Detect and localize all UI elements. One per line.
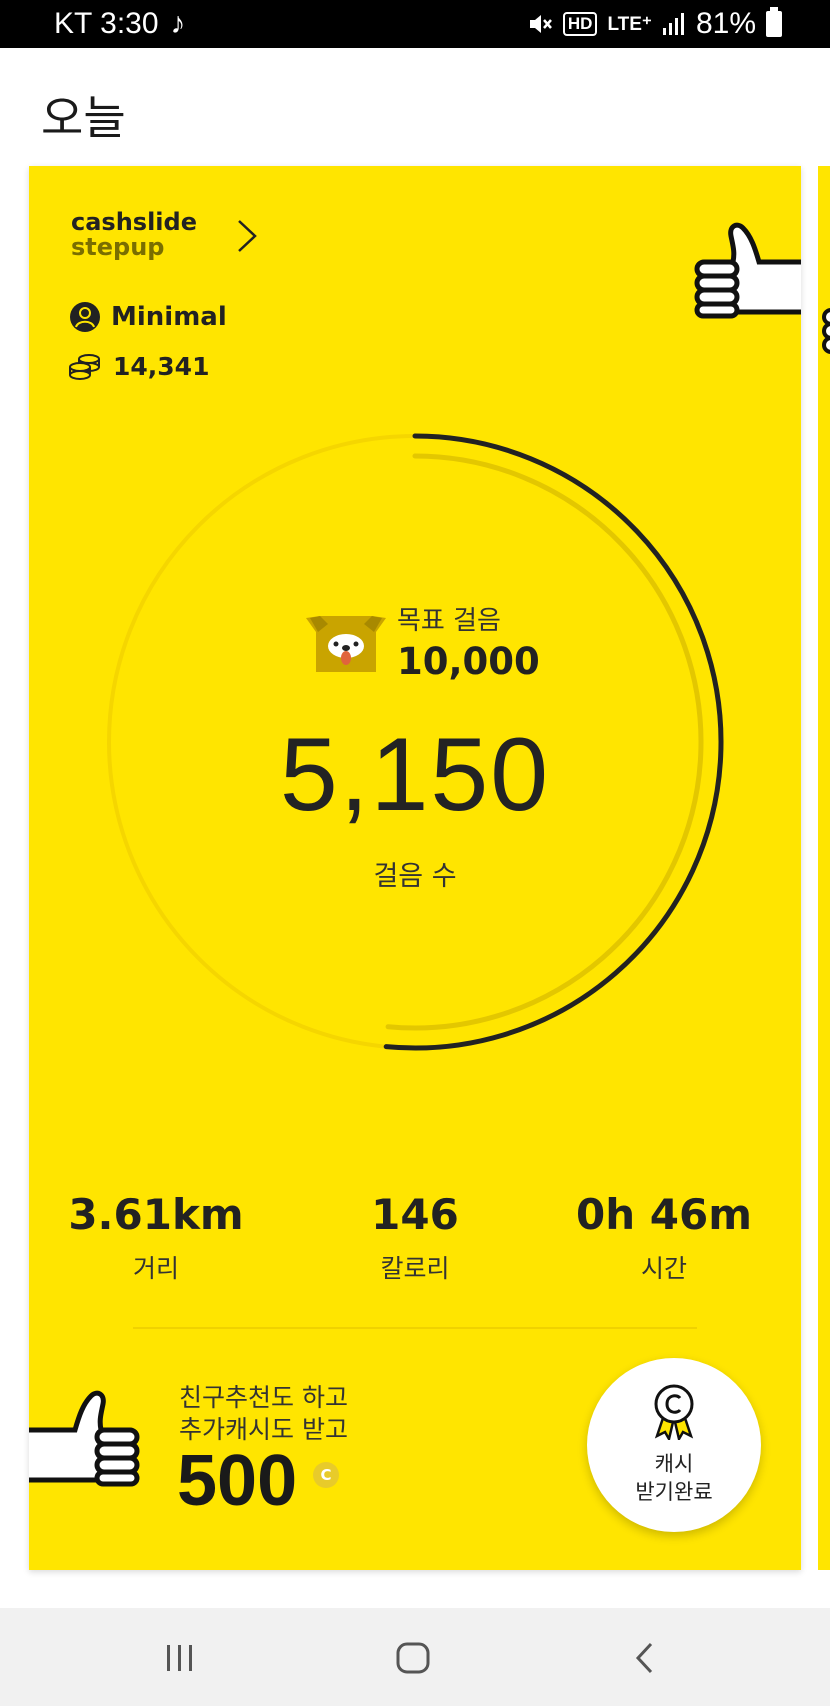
stat-time-value: 0h 46m — [576, 1190, 752, 1239]
stat-distance-label: 거리 — [132, 1254, 179, 1283]
signal-icon — [662, 13, 684, 35]
battery-percent: 81% — [695, 7, 756, 40]
network-type: LTE⁺ — [607, 13, 652, 35]
recent-apps-icon — [167, 1645, 192, 1671]
stat-calories-label: 칼로리 — [380, 1254, 450, 1283]
stat-calories: 146 칼로리 — [300, 1190, 530, 1285]
stat-distance-value: 3.61km — [68, 1190, 244, 1239]
carrier-time: KT 3:30 — [54, 7, 159, 40]
promo-amount: 500 — [177, 1441, 298, 1521]
back-icon — [635, 1642, 653, 1674]
status-bar: KT 3:30 ♪ HD LTE⁺ 81% — [0, 0, 830, 48]
goal-value: 10,000 — [397, 640, 540, 683]
next-card-thumbs-up-icon — [822, 308, 830, 354]
back-button[interactable] — [605, 1628, 685, 1688]
medal-icon — [654, 1384, 694, 1440]
home-button[interactable] — [373, 1628, 453, 1688]
status-right: HD LTE⁺ 81% — [527, 7, 782, 41]
promo-line-1: 친구추천도 하고 — [179, 1383, 348, 1412]
goal-label: 목표 걸음 — [397, 606, 501, 636]
home-icon — [396, 1642, 430, 1674]
hd-voice-icon: HD — [562, 12, 598, 36]
dog-mascot-icon — [306, 616, 386, 672]
next-card-peek[interactable] — [818, 166, 830, 1570]
battery-icon — [766, 7, 782, 37]
mute-icon — [529, 15, 552, 33]
promo-thumbs-up-icon — [29, 1390, 140, 1487]
reward-line-2: 받기완료 — [635, 1480, 713, 1504]
navigation-bar — [0, 1608, 830, 1706]
reward-line-1: 캐시 — [654, 1452, 694, 1476]
page-title: 오늘 — [41, 91, 126, 145]
recent-apps-button[interactable] — [140, 1628, 220, 1688]
stat-time: 0h 46m 시간 — [549, 1190, 779, 1285]
divider — [133, 1327, 697, 1329]
reward-text: 캐시 받기완료 — [587, 1450, 761, 1506]
stat-calories-value: 146 — [371, 1190, 459, 1239]
music-note-icon: ♪ — [170, 7, 186, 40]
step-card[interactable]: cashslide stepup Minimal 14,341 목표 걸음 10… — [29, 166, 801, 1570]
status-left: KT 3:30 ♪ — [54, 7, 186, 41]
stat-distance: 3.61km 거리 — [41, 1190, 271, 1285]
stat-time-label: 시간 — [640, 1254, 687, 1283]
cash-coin-icon: C — [313, 1462, 339, 1488]
step-count: 5,150 — [279, 717, 551, 833]
reward-claimed-button[interactable]: 캐시 받기완료 — [587, 1358, 761, 1532]
step-count-label: 걸음 수 — [373, 861, 457, 892]
